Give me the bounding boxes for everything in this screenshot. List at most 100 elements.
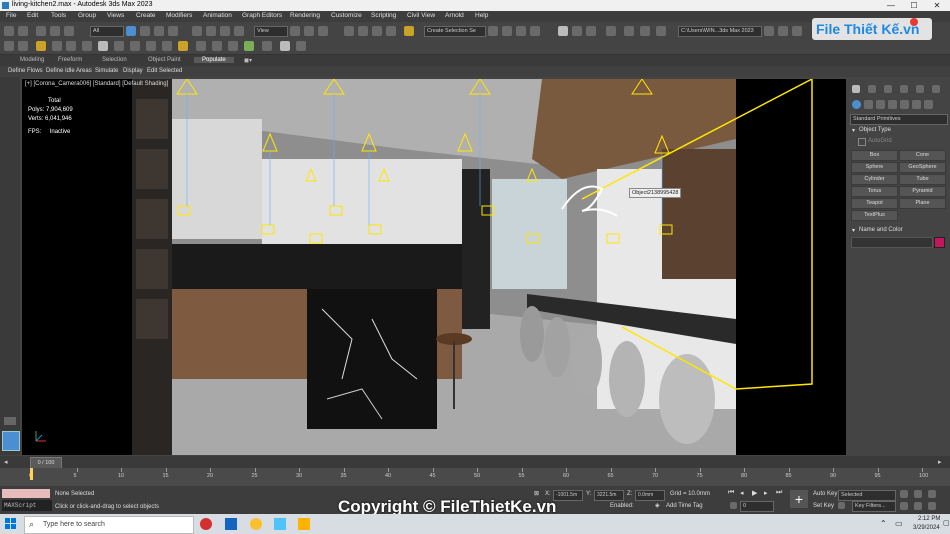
lights-icon[interactable] [876, 100, 885, 109]
menu-help[interactable]: Help [475, 12, 488, 19]
object-color-swatch[interactable] [934, 237, 945, 248]
time-config-icon[interactable] [900, 490, 908, 498]
add-time-tag-button[interactable]: Add Time Tag [666, 503, 703, 509]
set-project-icon[interactable] [792, 26, 802, 36]
prev-frame-icon[interactable]: ◂ [4, 458, 8, 466]
toggle-layer-explorer-icon[interactable] [530, 26, 540, 36]
undo-icon[interactable] [4, 26, 14, 36]
key-filters-button[interactable]: Key Filters... [852, 501, 896, 512]
maxscript-listener-input[interactable] [2, 489, 50, 498]
bind-space-warp-icon[interactable] [64, 26, 74, 36]
helpers-icon[interactable] [900, 100, 909, 109]
corona-proxy-icon[interactable] [130, 41, 140, 51]
close-button[interactable]: ✕ [926, 0, 948, 11]
box-button[interactable]: Box [851, 150, 898, 161]
corona-scatter-icon[interactable] [146, 41, 156, 51]
name-and-color-title[interactable]: Name and Color [859, 227, 903, 233]
absolute-mode-icon[interactable]: ⊠ [534, 490, 539, 497]
spinner-snap-icon[interactable] [386, 26, 396, 36]
open-project-icon[interactable] [778, 26, 788, 36]
render-production-icon[interactable] [656, 26, 666, 36]
reference-coordinate-dropdown[interactable]: View [254, 26, 288, 37]
network-icon[interactable]: ▭ [895, 519, 903, 528]
ribbon-options-icon[interactable]: ◼▾ [244, 57, 252, 64]
material-editor-icon[interactable] [606, 26, 616, 36]
tab-freeform[interactable]: Freeform [58, 57, 82, 63]
object-name-input[interactable] [851, 237, 933, 248]
clock-date[interactable]: 3/29/2024 [913, 525, 940, 531]
systems-icon[interactable] [924, 100, 933, 109]
rotate-icon[interactable] [206, 26, 216, 36]
corona-render-icon[interactable] [52, 41, 62, 51]
render-setup-icon[interactable] [624, 26, 634, 36]
rendered-frame-window-icon[interactable] [640, 26, 650, 36]
unlink-icon[interactable] [50, 26, 60, 36]
link-icon[interactable] [36, 26, 46, 36]
y-coordinate-field[interactable]: 3221.5m [594, 490, 624, 501]
rectangular-selection-icon[interactable] [154, 26, 164, 36]
menu-arnold[interactable]: Arnold [445, 12, 464, 19]
scale-icon[interactable] [220, 26, 230, 36]
teapot-button[interactable]: Teapot [851, 198, 898, 209]
menu-edit[interactable]: Edit [27, 12, 38, 19]
menu-views[interactable]: Views [107, 12, 124, 19]
define-flows-button[interactable]: Define Flows [8, 68, 43, 74]
notification-icon[interactable]: ▢ [943, 519, 950, 527]
menu-modifiers[interactable]: Modifiers [166, 12, 192, 19]
curve-editor-icon[interactable] [572, 26, 582, 36]
menu-graph-editors[interactable]: Graph Editors [242, 12, 282, 19]
maxscript-label[interactable]: MAXScript [2, 500, 52, 511]
cameras-icon[interactable] [888, 100, 897, 109]
next-key-icon[interactable]: ▸ [764, 489, 768, 497]
select-by-name-icon[interactable] [140, 26, 150, 36]
utilities-tab-icon[interactable] [932, 85, 940, 93]
maximize-button[interactable]: ☐ [903, 0, 925, 11]
project-folder-icon[interactable] [764, 26, 774, 36]
edit-named-selection-icon[interactable] [404, 26, 414, 36]
tab-populate[interactable]: Populate [194, 57, 234, 63]
vfb-icon[interactable] [228, 41, 238, 51]
cylinder-button[interactable]: Cylinder [851, 174, 898, 185]
converter-icon[interactable] [196, 41, 206, 51]
toggle-scene-explorer-icon[interactable] [516, 26, 526, 36]
display-tab-icon[interactable] [916, 85, 924, 93]
taskbar-app-4-icon[interactable] [274, 518, 286, 530]
hierarchy-tab-icon[interactable] [884, 85, 892, 93]
pan-icon[interactable] [900, 502, 908, 510]
geometry-icon[interactable] [852, 100, 861, 109]
menu-customize[interactable]: Customize [331, 12, 362, 19]
viewport-layout-expand-icon[interactable] [4, 417, 16, 425]
menu-scripting[interactable]: Scripting [371, 12, 396, 19]
snaps-toggle-icon[interactable] [344, 26, 354, 36]
move-icon[interactable] [192, 26, 202, 36]
z-coordinate-field[interactable]: 0.0mm [635, 490, 665, 501]
angle-snap-icon[interactable] [358, 26, 368, 36]
project-folder-dropdown[interactable]: C:\Users\WIN...3ds Max 2023 [678, 26, 762, 37]
key-mode-icon[interactable] [730, 502, 737, 509]
sphere-button[interactable]: Sphere [851, 162, 898, 173]
set-key-plus-icon[interactable]: + [790, 490, 808, 508]
chrome-icon[interactable] [250, 518, 262, 530]
taskbar-app-1-icon[interactable] [200, 518, 212, 530]
autogrid-checkbox[interactable] [858, 138, 866, 146]
scene-converter-icon[interactable] [244, 41, 254, 51]
file-explorer-icon[interactable] [298, 518, 310, 530]
viewport-perspective[interactable]: [+] [Corona_Camera006] [Standard] [Defau… [22, 79, 846, 455]
modify-tab-icon[interactable] [868, 85, 876, 93]
shapes-icon[interactable] [864, 100, 873, 109]
percent-snap-icon[interactable] [372, 26, 382, 36]
key-mode-dropdown[interactable]: Selected [838, 490, 896, 501]
edit-poly-icon[interactable] [36, 41, 46, 51]
menu-rendering[interactable]: Rendering [290, 12, 320, 19]
geosphere-button[interactable]: GeoSphere [899, 162, 946, 173]
corona-light-icon[interactable] [82, 41, 92, 51]
tube-button[interactable]: Tube [899, 174, 946, 185]
select-object-icon[interactable] [126, 26, 136, 36]
toggle-ribbon-icon[interactable] [558, 26, 568, 36]
go-to-start-icon[interactable]: ⏮ [728, 489, 734, 497]
x-coordinate-field[interactable]: -1001.5m [553, 490, 583, 501]
minimize-button[interactable]: — [880, 0, 902, 11]
maximize-viewport-icon[interactable] [928, 502, 936, 510]
script-icon[interactable] [296, 41, 306, 51]
time-tag-icon[interactable]: ◈ [655, 502, 660, 509]
